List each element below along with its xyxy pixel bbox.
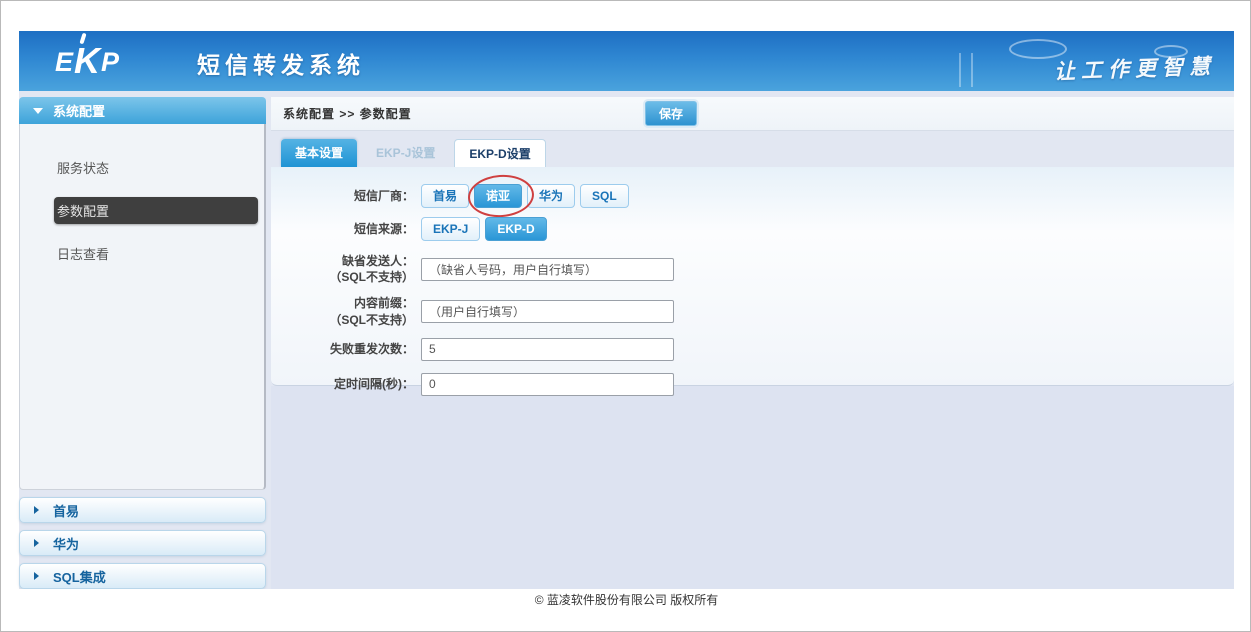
tab-basic-settings[interactable]: 基本设置 (281, 139, 357, 167)
form-row-timer-interval: 定时间隔(秒)： (271, 373, 1234, 396)
timer-interval-input[interactable] (421, 373, 674, 396)
sidebar-accordion-sql[interactable]: SQL集成 (19, 563, 266, 589)
breadcrumb: 系统配置 >> 参数配置 (283, 105, 412, 122)
source-label: 短信来源： (271, 221, 421, 237)
default-sender-input[interactable] (421, 258, 674, 281)
app-body: 系统配置 服务状态 参数配置 日志查看 首易 华为 SQL集成 (19, 91, 1234, 589)
default-sender-label: 缺省发送人： （SQL不支持） (271, 253, 421, 285)
accordion-label: 首易 (53, 501, 79, 520)
form-row-vendor: 短信厂商： 首易 诺亚 华为 SQL (271, 184, 1234, 208)
app-header: EKP 短信转发系统 让工作更智慧 (19, 31, 1234, 91)
content-prefix-input[interactable] (421, 300, 674, 323)
accordion-label: 华为 (53, 534, 79, 553)
sidebar-item-service-status[interactable]: 服务状态 (20, 152, 264, 183)
field-label-line1: 内容前缀： (271, 295, 414, 311)
tab-ekp-d-settings[interactable]: EKP-D设置 (454, 139, 545, 167)
sidebar-section-system-config[interactable]: 系统配置 (19, 97, 266, 124)
form-row-default-sender: 缺省发送人： （SQL不支持） (271, 253, 1234, 285)
header-decoration: 让工作更智慧 (904, 31, 1234, 91)
retry-count-input[interactable] (421, 338, 674, 361)
sidebar-section-label: 系统配置 (53, 101, 105, 120)
vendor-option-shouyi[interactable]: 首易 (421, 184, 469, 208)
vendor-option-huawei[interactable]: 华为 (527, 184, 575, 208)
logo-letter-p: P (101, 47, 120, 77)
accordion-label: SQL集成 (53, 567, 106, 586)
chevron-right-icon (34, 506, 39, 514)
main-content: 系统配置 >> 参数配置 保存 基本设置 EKP-J设置 EKP-D设置 短信厂… (271, 97, 1234, 589)
content-background (271, 386, 1234, 589)
field-label-line2: （SQL不支持） (271, 269, 414, 285)
sidebar-menu-panel: 服务状态 参数配置 日志查看 (19, 124, 266, 490)
form-row-retry-count: 失败重发次数： (271, 338, 1234, 361)
sidebar-accordion-huawei[interactable]: 华为 (19, 530, 266, 556)
logo-letter-k: K (74, 40, 101, 81)
chevron-down-icon (33, 108, 43, 114)
copyright-text: © 蓝凌软件股份有限公司 版权所有 (535, 591, 719, 608)
source-button-group: EKP-J EKP-D (421, 217, 547, 241)
tab-bar: 基本设置 EKP-J设置 EKP-D设置 (271, 131, 1234, 167)
ekp-logo: EKP (55, 38, 120, 80)
page-footer: © 蓝凌软件股份有限公司 版权所有 (19, 589, 1234, 609)
settings-form-panel: 短信厂商： 首易 诺亚 华为 SQL 短信来源： EKP-J (271, 167, 1234, 386)
slogan-calligraphy: 让工作更智慧 (1054, 50, 1217, 86)
save-button[interactable]: 保存 (645, 101, 697, 126)
source-option-ekp-d[interactable]: EKP-D (485, 217, 546, 241)
tab-ekp-j-settings: EKP-J设置 (362, 139, 449, 167)
field-label-line1: 缺省发送人： (271, 253, 414, 269)
vendor-label: 短信厂商： (271, 188, 421, 204)
chevron-right-icon (34, 539, 39, 547)
retry-count-label: 失败重发次数： (271, 341, 421, 357)
vendor-button-group: 首易 诺亚 华为 SQL (421, 184, 629, 208)
logo-letter-e: E (55, 47, 74, 77)
breadcrumb-bar: 系统配置 >> 参数配置 保存 (271, 97, 1234, 131)
vendor-option-nuoya[interactable]: 诺亚 (474, 184, 522, 208)
sidebar: 系统配置 服务状态 参数配置 日志查看 首易 华为 SQL集成 (19, 97, 266, 589)
form-row-content-prefix: 内容前缀： （SQL不支持） (271, 295, 1234, 327)
building-icon (959, 53, 973, 87)
vendor-option-sql[interactable]: SQL (580, 184, 629, 208)
chevron-right-icon (34, 572, 39, 580)
sidebar-item-log-view[interactable]: 日志查看 (20, 238, 264, 269)
source-option-ekp-j[interactable]: EKP-J (421, 217, 480, 241)
timer-interval-label: 定时间隔(秒)： (271, 376, 421, 392)
form-row-source: 短信来源： EKP-J EKP-D (271, 217, 1234, 241)
app-window: EKP 短信转发系统 让工作更智慧 系统配置 服务状态 参数配置 (19, 31, 1234, 609)
field-label-line2: （SQL不支持） (271, 312, 414, 328)
screenshot-stage: EKP 短信转发系统 让工作更智慧 系统配置 服务状态 参数配置 (0, 0, 1251, 632)
content-prefix-label: 内容前缀： （SQL不支持） (271, 295, 421, 327)
app-title: 短信转发系统 (197, 46, 365, 80)
sidebar-item-parameter-config[interactable]: 参数配置 (54, 197, 258, 224)
sidebar-accordion-shouyi[interactable]: 首易 (19, 497, 266, 523)
